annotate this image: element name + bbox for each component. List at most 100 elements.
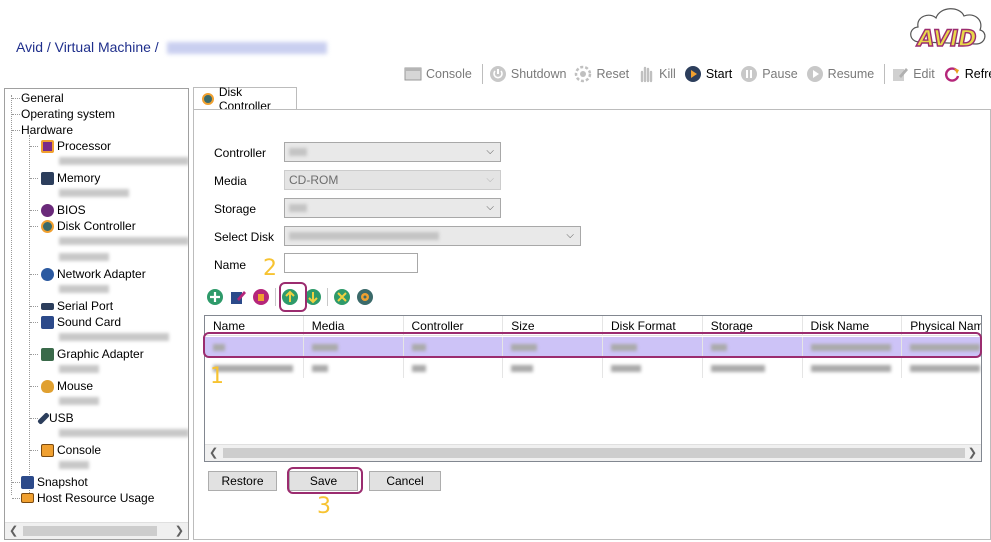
scroll-left-icon[interactable]: ❮ bbox=[9, 524, 18, 537]
refresh-label: Refresh bbox=[964, 67, 991, 81]
tree-connector bbox=[30, 386, 38, 387]
start-button[interactable]: Start bbox=[682, 63, 738, 85]
console-button[interactable]: Console bbox=[402, 63, 478, 85]
edit-label: Edit bbox=[913, 67, 935, 81]
select-disk-select[interactable]: ⌵ bbox=[284, 226, 581, 246]
tree-item-network-adapter[interactable]: Network Adapter bbox=[41, 266, 146, 282]
table-cell bbox=[902, 358, 981, 378]
step-1-label: 1 bbox=[210, 364, 224, 389]
tree-horizontal-scrollbar[interactable]: ❮ ❯ bbox=[5, 522, 188, 539]
tree-connector bbox=[30, 210, 38, 211]
breadcrumb-separator: / bbox=[150, 39, 163, 55]
disk-detail-redacted bbox=[59, 253, 109, 261]
vm-toolbar: Console Shutdown Reset Kill Start Pause … bbox=[402, 63, 991, 85]
network-icon bbox=[41, 267, 54, 281]
tree-label: Host Resource Usage bbox=[37, 491, 155, 505]
tree-label: Memory bbox=[57, 171, 101, 185]
disk-settings-icon[interactable] bbox=[356, 288, 374, 306]
tree-item-graphic-adapter[interactable]: Graphic Adapter bbox=[41, 346, 144, 362]
tab-disk-controller[interactable]: Disk Controller bbox=[193, 85, 297, 113]
edit-button[interactable]: Edit bbox=[889, 63, 941, 85]
tree-connector bbox=[30, 274, 38, 275]
add-icon[interactable] bbox=[206, 288, 224, 306]
toolbar-divider bbox=[884, 64, 886, 84]
shutdown-button[interactable]: Shutdown bbox=[487, 63, 573, 85]
network-detail-redacted bbox=[59, 285, 109, 293]
tree-connector bbox=[30, 306, 38, 307]
cancel-button[interactable]: Cancel bbox=[369, 471, 441, 491]
host-resource-icon bbox=[21, 493, 34, 503]
tree-item-bios[interactable]: BIOS bbox=[41, 202, 86, 218]
tree-label: Serial Port bbox=[57, 299, 114, 313]
tree-item-mouse[interactable]: Mouse bbox=[41, 378, 93, 394]
step-3-label: 3 bbox=[317, 494, 331, 519]
edit-icon[interactable] bbox=[229, 288, 247, 306]
breadcrumb-root[interactable]: Avid bbox=[16, 39, 43, 55]
tree-connector bbox=[30, 226, 38, 227]
graphic-adapter-icon bbox=[41, 347, 54, 361]
tree-item-disk-controller[interactable]: Disk Controller bbox=[41, 218, 136, 234]
tree-label: Graphic Adapter bbox=[57, 347, 144, 361]
tree-connector bbox=[12, 98, 20, 99]
remove-icon[interactable] bbox=[333, 288, 351, 306]
tree-label: Operating system bbox=[21, 107, 116, 121]
tree-item-general[interactable]: General bbox=[21, 90, 64, 106]
storage-value-redacted bbox=[289, 204, 307, 212]
controller-select[interactable]: ⌵ bbox=[284, 142, 501, 162]
scrollbar-thumb[interactable] bbox=[223, 448, 965, 458]
console-label: Console bbox=[426, 67, 472, 81]
restore-button[interactable]: Restore bbox=[208, 471, 277, 491]
tree-item-hardware[interactable]: Hardware bbox=[21, 122, 73, 138]
tree-item-host-resource-usage[interactable]: Host Resource Usage bbox=[21, 490, 154, 506]
table-horizontal-scrollbar[interactable]: ❮ ❯ bbox=[205, 444, 981, 461]
bios-icon bbox=[41, 203, 54, 217]
memory-detail-redacted bbox=[59, 189, 129, 197]
breadcrumb-section[interactable]: Virtual Machine bbox=[55, 39, 151, 55]
console-icon bbox=[404, 65, 422, 83]
kill-label: Kill bbox=[659, 67, 676, 81]
tree-label: Mouse bbox=[57, 379, 94, 393]
tree-label: Processor bbox=[57, 139, 112, 153]
resume-button[interactable]: Resume bbox=[804, 63, 881, 85]
tree-connector bbox=[30, 354, 38, 355]
tree-item-snapshot[interactable]: Snapshot bbox=[21, 474, 88, 490]
tree-label: Snapshot bbox=[37, 475, 88, 489]
reset-icon bbox=[574, 65, 592, 83]
tree-item-usb[interactable]: USB bbox=[37, 410, 74, 426]
pause-button[interactable]: Pause bbox=[738, 63, 803, 85]
table-cell bbox=[803, 358, 903, 378]
tree-item-console[interactable]: Console bbox=[41, 442, 101, 458]
tree-connector bbox=[30, 178, 38, 179]
memory-icon bbox=[41, 171, 54, 185]
delete-icon[interactable] bbox=[252, 288, 270, 306]
tree-label: USB bbox=[49, 411, 74, 425]
tree-connector bbox=[30, 322, 38, 323]
breadcrumb-vm-name-redacted bbox=[166, 42, 327, 55]
tree-connector bbox=[12, 114, 20, 115]
tree-item-memory[interactable]: Memory bbox=[41, 170, 100, 186]
reset-button[interactable]: Reset bbox=[572, 63, 635, 85]
table-row[interactable] bbox=[205, 358, 981, 378]
tree-label: General bbox=[21, 91, 64, 105]
breadcrumb-separator: / bbox=[42, 39, 55, 55]
tree-connector bbox=[30, 418, 38, 419]
scroll-right-icon[interactable]: ❯ bbox=[175, 524, 184, 537]
tree-item-processor[interactable]: Processor bbox=[41, 138, 111, 154]
mouse-detail-redacted bbox=[59, 397, 99, 405]
scroll-left-icon[interactable]: ❮ bbox=[209, 446, 218, 459]
tree-item-operating-system[interactable]: Operating system bbox=[21, 106, 115, 122]
tree-item-sound-card[interactable]: Sound Card bbox=[41, 314, 121, 330]
name-input[interactable] bbox=[284, 253, 418, 273]
refresh-button[interactable]: Refresh bbox=[941, 63, 991, 85]
table-cell bbox=[703, 358, 803, 378]
kill-button[interactable]: Kill bbox=[635, 63, 682, 85]
graphic-detail-redacted bbox=[59, 365, 99, 373]
tree-item-serial-port[interactable]: Serial Port bbox=[41, 298, 113, 314]
storage-select[interactable]: ⌵ bbox=[284, 198, 501, 218]
scroll-right-icon[interactable]: ❯ bbox=[968, 446, 977, 459]
step-2-label: 2 bbox=[263, 256, 277, 281]
toolbar-divider bbox=[327, 288, 328, 306]
disk-value-redacted bbox=[289, 232, 439, 240]
processor-icon bbox=[41, 139, 54, 153]
scrollbar-thumb[interactable] bbox=[23, 526, 157, 536]
